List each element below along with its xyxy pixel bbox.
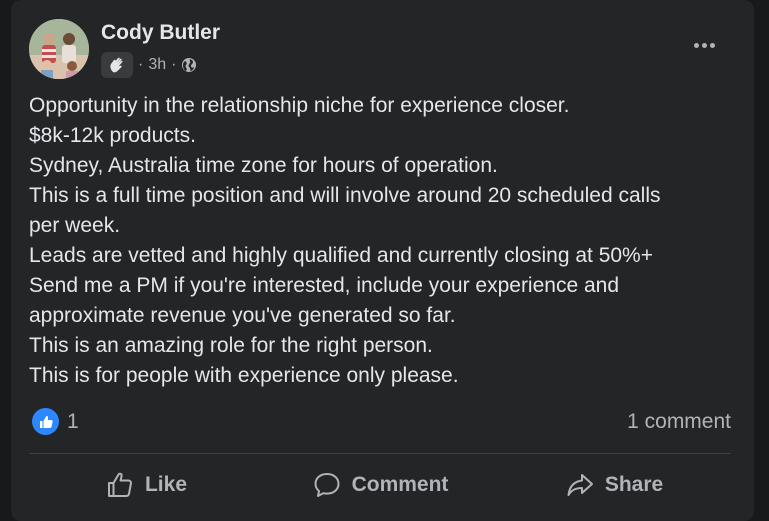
- globe-icon: [182, 58, 197, 72]
- post-body-line: This is a full time position and will in…: [29, 184, 661, 207]
- reaction-bar: 1 1 comment: [29, 405, 731, 439]
- comment-label: Comment: [351, 473, 449, 496]
- post-time[interactable]: 3h: [148, 56, 166, 74]
- share-arrow-icon: [567, 474, 593, 496]
- dot-icon: [709, 42, 715, 48]
- comment-button[interactable]: Comment: [263, 460, 497, 510]
- avatar[interactable]: [29, 19, 89, 79]
- meta-separator: ·: [171, 56, 177, 73]
- share-label: Share: [604, 473, 664, 496]
- post-card: Cody Butler · 3h · Opportunity in the re…: [11, 0, 754, 521]
- post-body-line: $8k-12k products.: [29, 124, 196, 147]
- post-body: Opportunity in the relationship niche fo…: [29, 91, 729, 391]
- post-body-line: Opportunity in the relationship niche fo…: [29, 94, 570, 117]
- like-reaction-icon[interactable]: [32, 408, 59, 435]
- meta-separator: ·: [138, 56, 144, 73]
- like-button[interactable]: Like: [29, 460, 263, 510]
- thumbs-up-icon: [107, 472, 132, 497]
- post-body-line: approximate revenue you've generated so …: [29, 304, 456, 327]
- post-body-line: Send me a PM if you're interested, inclu…: [29, 274, 620, 297]
- more-options-button[interactable]: [690, 34, 718, 56]
- wave-hand-icon[interactable]: [101, 52, 133, 78]
- like-count[interactable]: 1: [67, 410, 79, 434]
- dot-icon: [693, 42, 699, 48]
- comment-count[interactable]: 1 comment: [627, 410, 731, 434]
- post-meta: · 3h ·: [101, 52, 197, 78]
- author-name[interactable]: Cody Butler: [101, 21, 220, 45]
- action-bar: Like Comment Share: [29, 460, 731, 510]
- post-body-line: Sydney, Australia time zone for hours of…: [29, 154, 498, 177]
- post-body-line: This is for people with experience only …: [29, 364, 459, 387]
- post-body-line: per week.: [29, 214, 121, 237]
- share-button[interactable]: Share: [497, 460, 731, 510]
- post-body-line: Leads are vetted and highly qualified an…: [29, 244, 653, 267]
- divider: [29, 453, 731, 454]
- dot-icon: [701, 42, 707, 48]
- comment-bubble-icon: [314, 473, 340, 497]
- like-label: Like: [144, 473, 188, 496]
- post-body-line: This is an amazing role for the right pe…: [29, 334, 433, 357]
